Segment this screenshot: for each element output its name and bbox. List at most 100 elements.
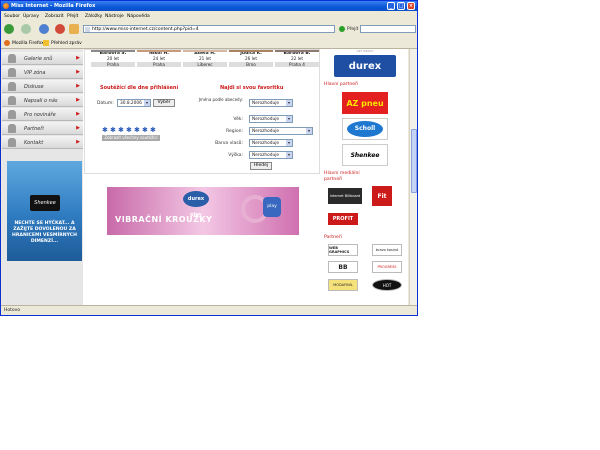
go-label[interactable]: Přejít bbox=[347, 27, 358, 32]
scrollbar-thumb[interactable] bbox=[411, 129, 417, 193]
nav-item-journalists[interactable]: Pro novináře ▶ bbox=[2, 108, 83, 121]
menu-bookmarks[interactable]: Záložky bbox=[85, 14, 102, 19]
firefox-icon bbox=[3, 3, 9, 9]
nav-item-vip[interactable]: VIP zóna ▶ bbox=[2, 66, 83, 79]
partner-logo-5[interactable]: MODAFINIL bbox=[328, 279, 358, 291]
bookmark-news[interactable]: Přehled zpráv bbox=[51, 41, 82, 46]
durex-logo[interactable]: durex bbox=[334, 55, 396, 77]
finalist-card[interactable]: Barbora B. 22 let Praha 4 bbox=[275, 50, 319, 70]
arrow-right-icon: ▶ bbox=[76, 97, 80, 103]
durex-play-banner[interactable]: durex play VIBRAČNÍ KROUŽKY play bbox=[107, 187, 299, 235]
select-age[interactable]: Nerozhoduje ▾ bbox=[249, 115, 293, 123]
fit-logo[interactable]: Fit bbox=[372, 186, 392, 206]
finalist-card[interactable]: Barbora S. 20 let Praha bbox=[91, 50, 135, 70]
nav-item-contact[interactable]: Kontakt ▶ bbox=[2, 136, 83, 149]
search-button[interactable]: Hledej bbox=[250, 162, 272, 170]
select-value: Nerozhoduje bbox=[252, 101, 280, 106]
chevron-down-icon: ▾ bbox=[306, 128, 312, 134]
nav-item-partners[interactable]: Partneři ▶ bbox=[2, 122, 83, 135]
menu-help[interactable]: Nápověda bbox=[127, 14, 150, 19]
select-value: Nerozhoduje bbox=[252, 129, 280, 134]
minimize-button[interactable]: _ bbox=[387, 2, 395, 10]
partner-logo-3[interactable]: BB bbox=[328, 261, 358, 273]
stop-icon[interactable] bbox=[55, 24, 65, 34]
browser-window: Miss Internet - Mozilla Firefox _ □ × So… bbox=[0, 0, 418, 316]
select-value: Nerozhoduje bbox=[252, 141, 280, 146]
get-ready-label: GET READY bbox=[356, 49, 374, 53]
nav-label: Pro novináře bbox=[24, 112, 56, 118]
home-icon[interactable] bbox=[69, 24, 79, 34]
forward-icon[interactable] bbox=[21, 24, 31, 34]
star-icon: ✱ bbox=[118, 126, 124, 134]
select-name[interactable]: Nerozhoduje ▾ bbox=[249, 99, 293, 107]
photo-strip bbox=[137, 50, 181, 52]
nav-label: Diskuse bbox=[24, 84, 44, 90]
firefox-bookmark-icon bbox=[4, 40, 10, 46]
partners-title: Partneři bbox=[324, 235, 342, 240]
status-bar: Hotovo bbox=[1, 305, 417, 315]
bookmarks-toolbar: Mozilla Firefox Přehled zpráv bbox=[1, 38, 417, 49]
menu-tools[interactable]: Nástroje bbox=[105, 14, 124, 19]
az-pneu-logo[interactable]: AZ pneu bbox=[342, 92, 388, 114]
finalist-card[interactable]: Judita K. 26 let Brno bbox=[229, 50, 273, 70]
finalist-age: 21 let bbox=[198, 56, 212, 61]
photo-strip bbox=[229, 50, 273, 52]
profit-logo[interactable]: PROFIT bbox=[328, 213, 358, 225]
field-label-region: Region: bbox=[226, 129, 243, 134]
partner-logo-1[interactable]: WEB GRAPHICS bbox=[328, 244, 358, 256]
arrow-right-icon: ▶ bbox=[76, 139, 80, 145]
menu-edit[interactable]: Úpravy bbox=[23, 14, 39, 19]
shenkee-logo[interactable]: Shenkee bbox=[342, 144, 388, 166]
partner-logo-4[interactable]: PROGRESS bbox=[372, 261, 402, 273]
scholl-logo-box[interactable]: Scholl bbox=[342, 118, 388, 140]
show-all-button[interactable]: Zobrazit všechny soutěžící dne bbox=[102, 135, 160, 146]
nav-item-gallery[interactable]: Galerie snů ▶ bbox=[2, 52, 83, 65]
partner-logo-2[interactable]: bravo kasinó bbox=[372, 244, 402, 256]
go-arrow-icon[interactable] bbox=[339, 26, 345, 32]
select-region[interactable]: Nerozhoduje ▾ bbox=[249, 127, 313, 135]
close-button[interactable]: × bbox=[407, 2, 415, 10]
vertical-scrollbar[interactable] bbox=[409, 49, 417, 305]
star-icon: ✱ bbox=[102, 126, 108, 134]
date-value: 30.8.2006 bbox=[120, 101, 142, 106]
folder-icon bbox=[43, 40, 49, 46]
daily-contest-title: Soutěžící dle dne přihlášení bbox=[100, 85, 179, 91]
select-height[interactable]: Nerozhoduje ▾ bbox=[249, 151, 293, 159]
finalist-card[interactable]: Nikol H. 24 let Praha bbox=[137, 50, 181, 70]
billboard-logo[interactable]: Internet Billboard bbox=[328, 188, 362, 204]
field-label-hair: Barva vlasů: bbox=[215, 141, 243, 146]
chevron-down-icon: ▾ bbox=[144, 100, 150, 106]
bookmark-mozilla[interactable]: Mozilla Firefox bbox=[12, 41, 44, 46]
shenkee-logo: Shenkee bbox=[30, 195, 60, 211]
arrow-right-icon: ▶ bbox=[76, 69, 80, 75]
date-select[interactable]: 30.8.2006 ▾ bbox=[117, 99, 151, 107]
star-icon: ✱ bbox=[142, 126, 148, 134]
star-icon: ✱ bbox=[126, 126, 132, 134]
select-hair[interactable]: Nerozhoduje ▾ bbox=[249, 139, 293, 147]
nav-label: Napsali o nás bbox=[24, 98, 58, 104]
shenkee-ad-banner[interactable]: Shenkee NECHTE SE HÝČKAT... A ZAŽIJTE DO… bbox=[7, 161, 82, 261]
partner-logo-6[interactable]: HOT bbox=[372, 279, 402, 291]
nav-item-press-about[interactable]: Napsali o nás ▶ bbox=[2, 94, 83, 107]
url-text: http://www.miss-internet.cz/content.php?… bbox=[92, 27, 199, 32]
nav-item-discussion[interactable]: Diskuse ▶ bbox=[2, 80, 83, 93]
choose-button[interactable]: Výběr bbox=[153, 99, 175, 107]
maximize-button[interactable]: □ bbox=[397, 2, 405, 10]
main-partners-title: Hlavní partneři bbox=[324, 82, 359, 87]
finalist-age: 24 let bbox=[152, 56, 166, 61]
nav-label: Galerie snů bbox=[24, 56, 53, 62]
address-bar[interactable]: http://www.miss-internet.cz/content.php?… bbox=[83, 25, 335, 33]
star-rating: ✱ ✱ ✱ ✱ ✱ ✱ ✱ bbox=[102, 126, 162, 134]
reload-icon[interactable] bbox=[39, 24, 49, 34]
menu-view[interactable]: Zobrazit bbox=[45, 14, 64, 19]
search-box[interactable] bbox=[360, 25, 416, 33]
status-text: Hotovo bbox=[4, 308, 21, 313]
person-icon bbox=[8, 96, 16, 105]
back-icon[interactable] bbox=[4, 24, 14, 34]
menu-file[interactable]: Soubor bbox=[4, 14, 20, 19]
field-label-name: Jména podle abecedy: bbox=[198, 97, 243, 102]
person-icon bbox=[8, 124, 16, 133]
menu-go[interactable]: Přejít bbox=[67, 14, 78, 19]
field-label-height: Výška: bbox=[228, 153, 243, 158]
finalist-card[interactable]: Adéla H. 21 let Liberec bbox=[183, 50, 227, 70]
